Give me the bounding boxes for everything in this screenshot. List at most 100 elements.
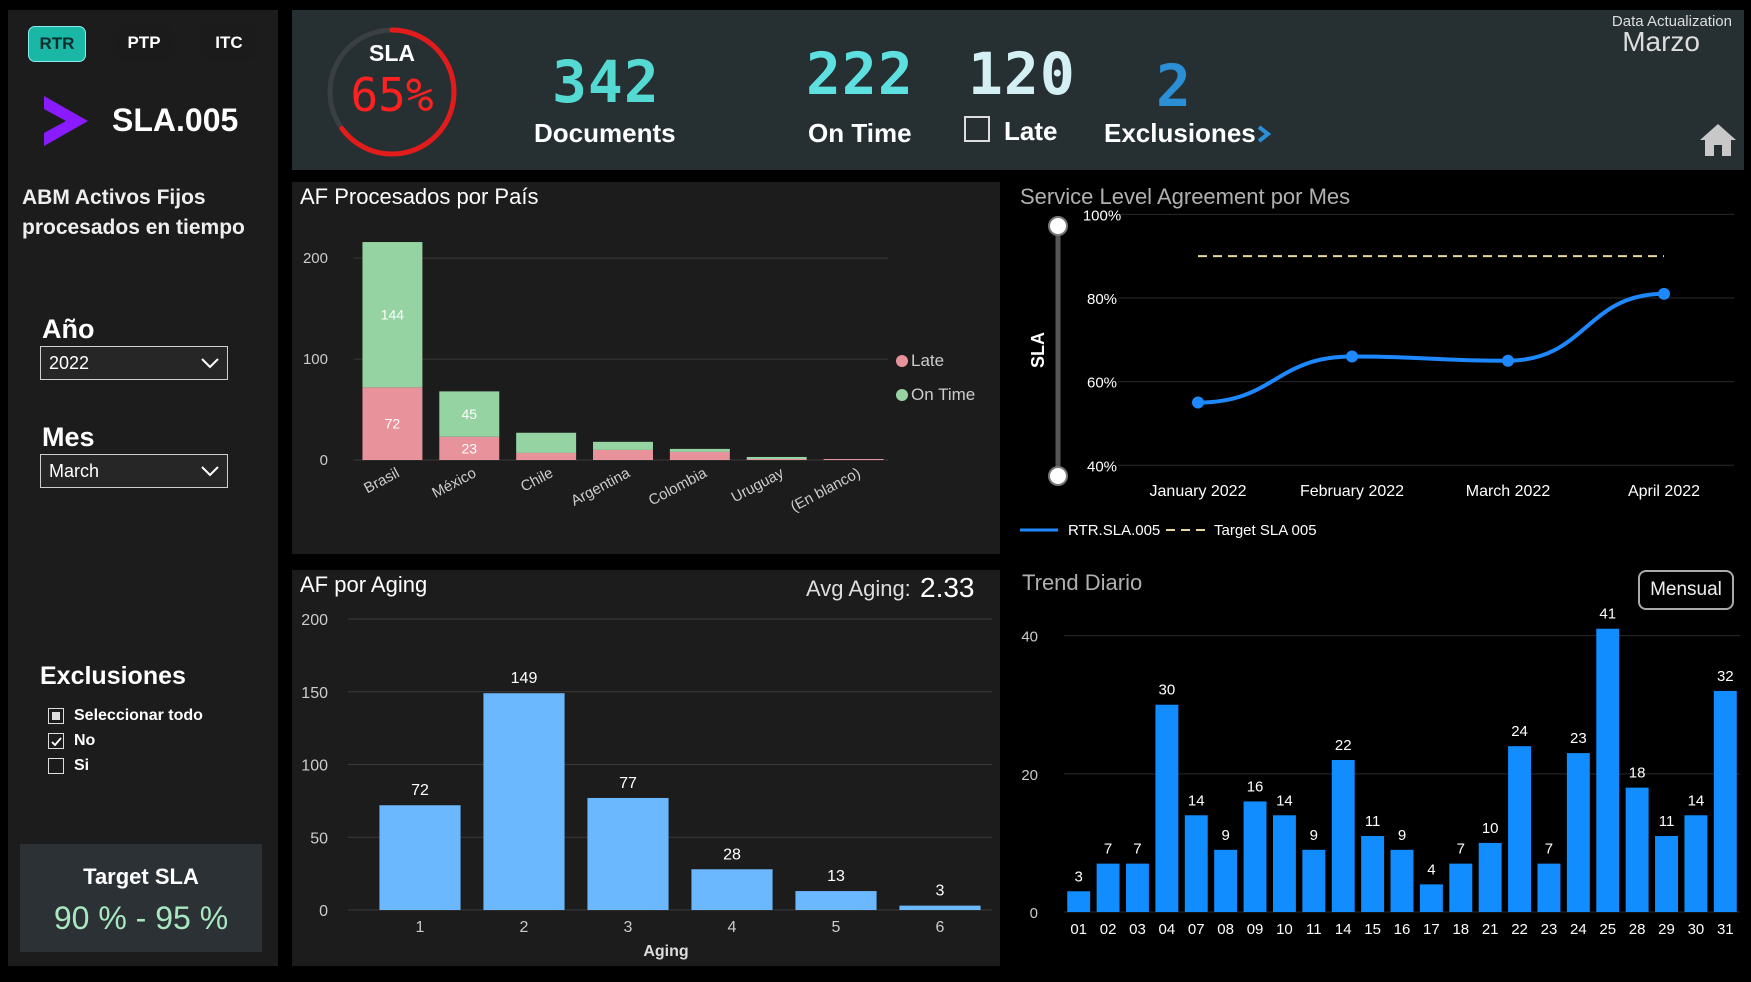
aging-bar xyxy=(483,693,565,910)
y-tick-label: 40 xyxy=(1021,629,1038,646)
x-tick-label: April 2022 xyxy=(1628,483,1700,500)
on-time-count: 222 xyxy=(806,40,914,108)
data-label: 28 xyxy=(723,846,741,863)
data-label: 41 xyxy=(1599,606,1616,623)
trend-bar xyxy=(1390,849,1414,912)
trend-chart-title: Trend Diario xyxy=(1022,570,1143,595)
chevron-down-icon xyxy=(201,358,219,369)
tab-ptp[interactable]: PTP xyxy=(114,26,174,60)
trend-bar xyxy=(1126,863,1149,912)
tab-itc[interactable]: ITC xyxy=(201,26,257,60)
exclusions-count: 2 xyxy=(1156,52,1192,120)
data-label: 16 xyxy=(1247,778,1264,795)
aging-bar-chart: 0 50 100 150 200 72 1 149 2 77 3 28 4 13 5 3 6 Aging xyxy=(301,612,992,960)
exclusions-label[interactable]: Exclusiones xyxy=(1104,118,1256,149)
y-axis-title: SLA xyxy=(1028,332,1048,368)
data-label: 7 xyxy=(1457,841,1465,858)
mensual-toggle-button[interactable]: Mensual xyxy=(1638,570,1734,610)
x-tick-label: January 2022 xyxy=(1150,483,1247,500)
report-description-line2: procesados en tiempo xyxy=(22,216,245,239)
x-tick-label: 04 xyxy=(1159,921,1176,938)
exclusion-option-select-all[interactable]: Seleccionar todo xyxy=(48,707,203,725)
trend-bar xyxy=(1508,746,1532,912)
sla-data-point xyxy=(1192,396,1204,409)
exclusion-option-label: No xyxy=(74,732,96,749)
y-tick-label: 0 xyxy=(319,903,328,920)
data-label: 3 xyxy=(936,883,945,900)
trend-bar xyxy=(1713,690,1737,912)
trend-bar xyxy=(1214,849,1238,912)
x-tick-label: 28 xyxy=(1629,921,1646,938)
chevron-right-icon[interactable] xyxy=(1256,124,1272,144)
aging-bar xyxy=(795,891,877,910)
late-label: Late xyxy=(1004,116,1058,146)
y-tick-label: 0 xyxy=(1030,905,1038,922)
year-dropdown-value: 2022 xyxy=(49,352,90,373)
kpi-header: SLA 65% 342 Documents 222 On Time 120 La… xyxy=(292,10,1744,170)
data-label: 14 xyxy=(1688,792,1705,809)
x-tick-label: 25 xyxy=(1599,921,1616,938)
exclusion-option-si[interactable]: Si xyxy=(48,757,89,775)
late-toggle-checkbox[interactable] xyxy=(964,116,990,142)
data-label: 7 xyxy=(1545,841,1553,858)
accenture-logo-icon xyxy=(44,96,88,146)
exclusion-option-no[interactable]: No xyxy=(48,732,95,750)
x-tick-label: 18 xyxy=(1452,921,1469,938)
data-label: 4 xyxy=(1427,861,1435,878)
data-label-late: 72 xyxy=(385,416,401,432)
data-label: 30 xyxy=(1159,682,1176,699)
bar-late xyxy=(593,449,653,460)
trend-bar xyxy=(1566,753,1590,912)
trend-bar xyxy=(1243,801,1267,912)
sla-gauge-label: SLA xyxy=(369,40,415,66)
trend-bar xyxy=(1419,884,1443,912)
data-label: 24 xyxy=(1511,723,1528,740)
bar-late xyxy=(746,458,807,460)
checked-checkbox-icon[interactable] xyxy=(48,733,64,749)
data-label: 149 xyxy=(511,670,538,687)
sla-month-chart-panel: Service Level Agreement por Mes SLA 40% 60… xyxy=(1012,182,1744,554)
avg-aging-label: Avg Aging: xyxy=(806,576,911,601)
x-tick-label: Chile xyxy=(518,465,556,496)
aging-chart-title: AF por Aging xyxy=(300,572,428,597)
partial-checkbox-icon[interactable] xyxy=(48,708,64,724)
unchecked-checkbox-icon[interactable] xyxy=(48,758,64,774)
data-label: 9 xyxy=(1310,827,1318,844)
x-tick-label: February 2022 xyxy=(1300,483,1404,500)
x-tick-label: 29 xyxy=(1658,921,1675,938)
data-label: 14 xyxy=(1188,792,1205,809)
exclusion-option-label: Seleccionar todo xyxy=(74,707,203,724)
y-tick-label: 40% xyxy=(1087,458,1117,475)
sla-month-chart-title: Service Level Agreement por Mes xyxy=(1020,184,1351,209)
x-tick-label: 16 xyxy=(1394,921,1411,938)
x-tick-label: 30 xyxy=(1688,921,1705,938)
home-icon[interactable] xyxy=(1698,122,1738,158)
range-slider-handle xyxy=(1048,216,1068,236)
on-time-label: On Time xyxy=(808,118,912,148)
year-slicer-label: Año xyxy=(42,314,95,344)
trend-bar xyxy=(1361,836,1385,912)
x-tick-label: 4 xyxy=(728,919,737,936)
x-tick-label: 5 xyxy=(832,919,841,936)
month-dropdown[interactable]: March xyxy=(40,454,228,488)
bar-late xyxy=(516,452,577,460)
target-sla-card: Target SLA 90 % - 95 % xyxy=(20,844,262,952)
bar-late xyxy=(669,451,730,460)
data-actualization-value: Marzo xyxy=(1622,26,1700,57)
bar-on-time xyxy=(516,432,577,453)
data-label: 22 xyxy=(1335,737,1352,754)
trend-bar xyxy=(1655,836,1678,912)
year-dropdown[interactable]: 2022 xyxy=(40,346,228,380)
y-tick-label: 20 xyxy=(1021,767,1038,784)
legend-marker xyxy=(896,355,908,367)
y-tick-label: 0 xyxy=(320,452,328,469)
daily-trend-bar-chart: 0204030170270330041407908160914109112214… xyxy=(1021,606,1740,938)
y-tick-label: 80% xyxy=(1087,291,1117,308)
sla-line-chart: SLA40%60%80%100%January 2022 February 202… xyxy=(1020,207,1734,539)
trend-bar xyxy=(1067,891,1091,912)
tab-rtr[interactable]: RTR xyxy=(28,26,86,62)
target-sla-label: Target SLA xyxy=(83,864,199,889)
aging-bar xyxy=(587,797,669,910)
x-tick-label: 11 xyxy=(1306,921,1322,938)
avg-aging-value: 2.33 xyxy=(920,572,975,603)
